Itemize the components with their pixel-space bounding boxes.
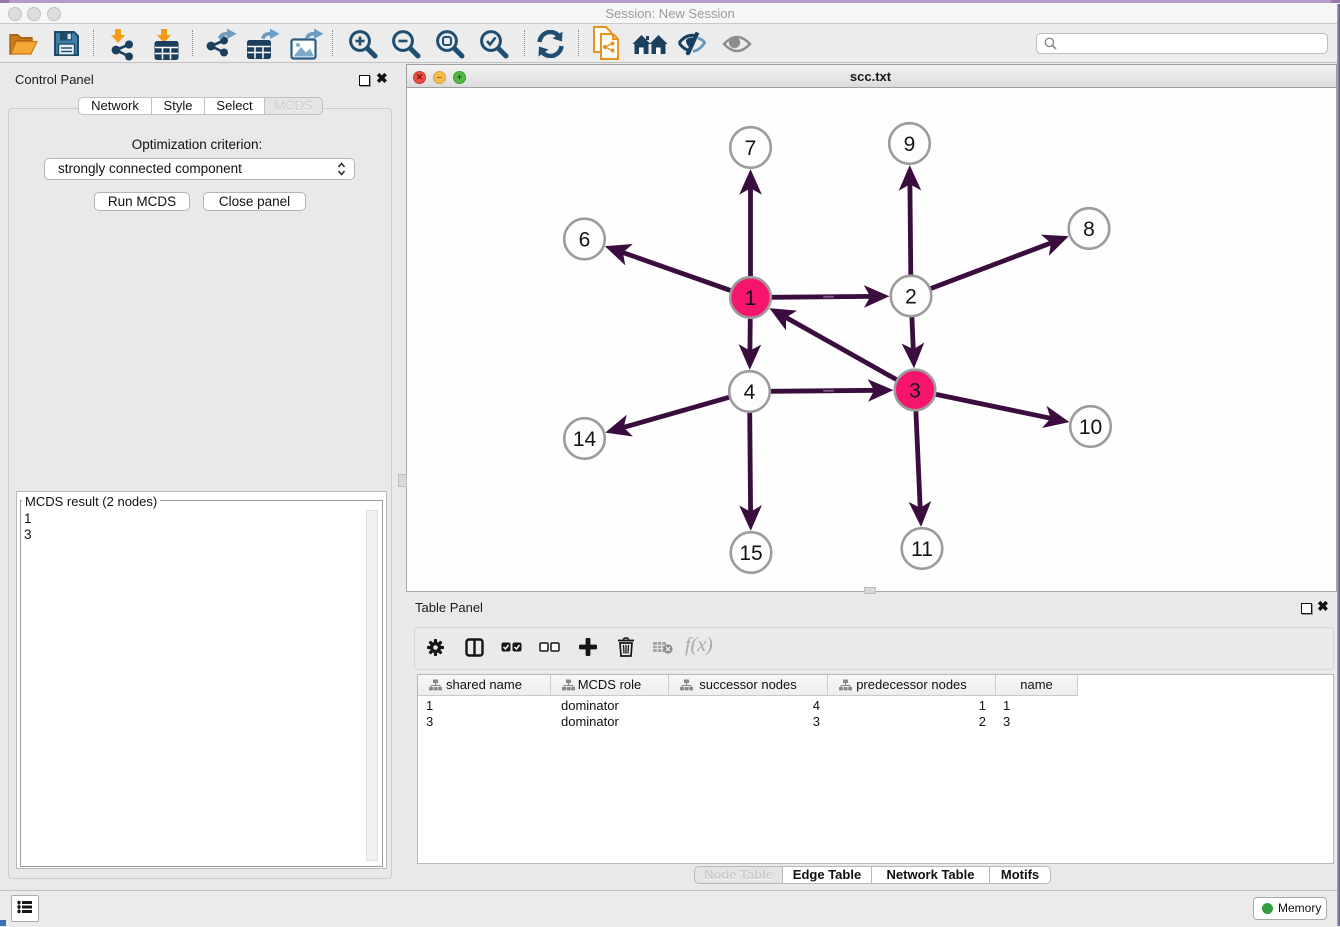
svg-text:7: 7 (745, 137, 757, 160)
svg-text:10: 10 (1079, 416, 1102, 439)
svg-text:15: 15 (739, 542, 762, 565)
svg-text:2: 2 (905, 286, 917, 309)
svg-text:6: 6 (579, 229, 591, 252)
svg-text:11: 11 (911, 538, 933, 561)
svg-text:8: 8 (1083, 218, 1095, 241)
svg-text:3: 3 (909, 380, 921, 403)
svg-text:4: 4 (744, 381, 756, 404)
svg-text:1: 1 (745, 287, 757, 310)
svg-text:14: 14 (573, 428, 597, 451)
svg-text:9: 9 (904, 133, 916, 156)
